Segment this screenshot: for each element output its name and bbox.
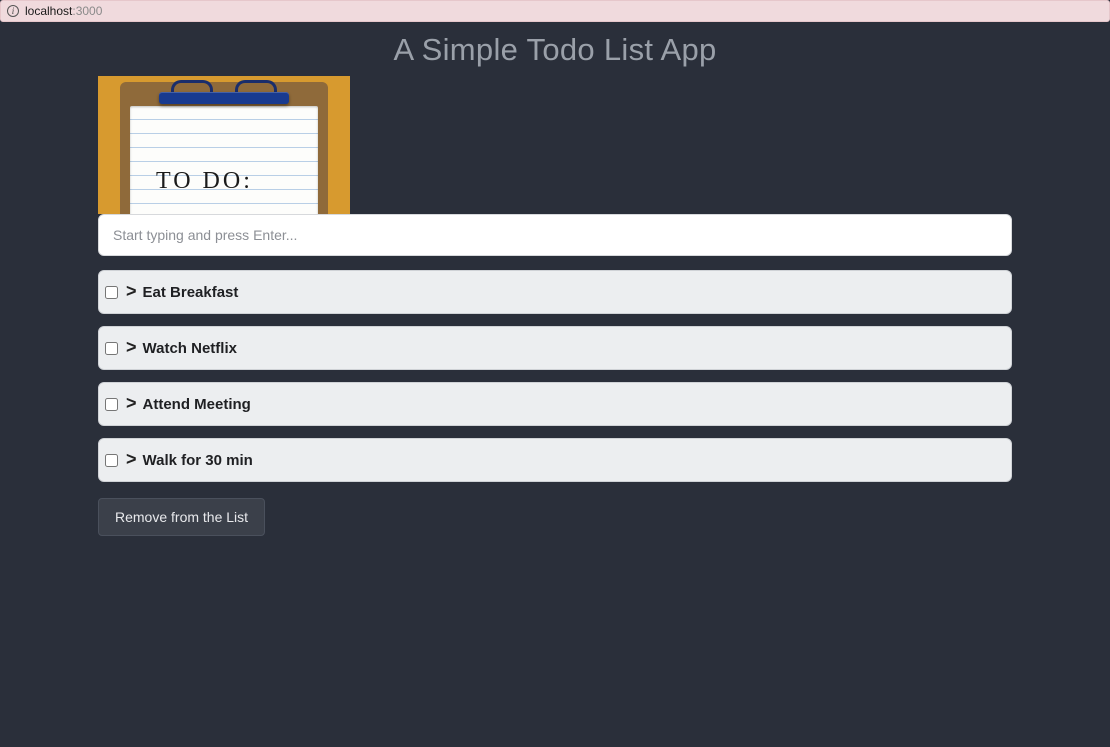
todo-list: > Eat Breakfast > Watch Netflix > Attend…: [98, 270, 1012, 482]
page-title: A Simple Todo List App: [0, 22, 1110, 76]
todo-checkbox[interactable]: [105, 454, 118, 467]
hero-image: TO DO:: [98, 76, 350, 214]
todo-label: Attend Meeting: [143, 396, 251, 413]
main-container: TO DO: > Eat Breakfast > Watch Netflix >…: [98, 76, 1012, 536]
app-root: A Simple Todo List App TO DO: > Eat Brea…: [0, 22, 1110, 747]
chevron-right-icon: >: [126, 337, 137, 358]
list-item: > Eat Breakfast: [98, 270, 1012, 314]
todo-label: Watch Netflix: [143, 340, 237, 357]
browser-address-bar[interactable]: i localhost:3000: [0, 0, 1110, 22]
list-item: > Walk for 30 min: [98, 438, 1012, 482]
new-todo-input[interactable]: [98, 214, 1012, 256]
todo-checkbox[interactable]: [105, 398, 118, 411]
todo-label: Walk for 30 min: [143, 452, 253, 469]
clipboard-paper: [130, 106, 318, 214]
url-host: localhost: [25, 4, 72, 18]
clipboard-clip: [159, 82, 289, 110]
url-port: :3000: [72, 4, 102, 18]
remove-button[interactable]: Remove from the List: [98, 498, 265, 536]
todo-checkbox[interactable]: [105, 286, 118, 299]
chevron-right-icon: >: [126, 281, 137, 302]
info-icon: i: [7, 5, 19, 17]
todo-checkbox[interactable]: [105, 342, 118, 355]
list-item: > Watch Netflix: [98, 326, 1012, 370]
list-item: > Attend Meeting: [98, 382, 1012, 426]
chevron-right-icon: >: [126, 449, 137, 470]
todo-label: Eat Breakfast: [143, 284, 239, 301]
chevron-right-icon: >: [126, 393, 137, 414]
hero-handwritten-text: TO DO:: [156, 168, 253, 195]
